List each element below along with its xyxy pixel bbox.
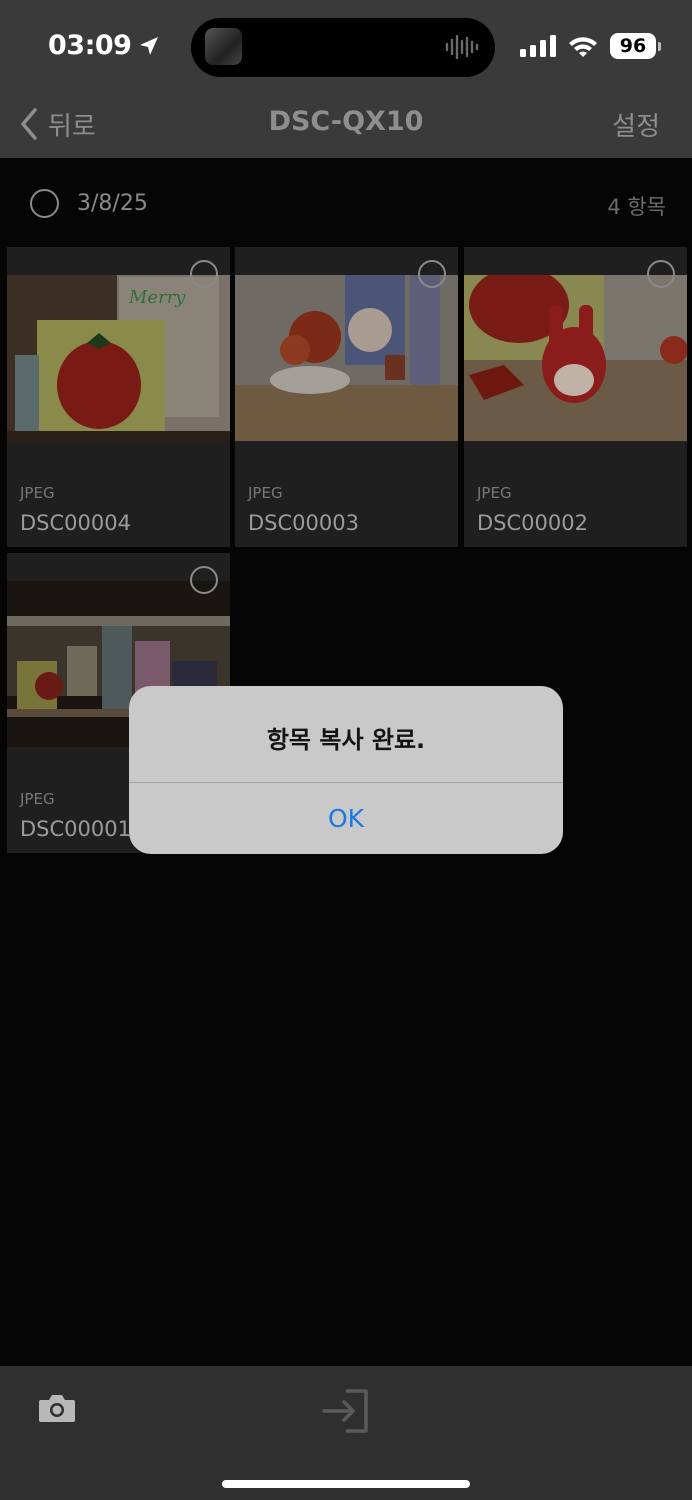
select-checkbox[interactable] xyxy=(418,260,446,288)
alert-dialog: 항목 복사 완료. OK xyxy=(129,686,563,854)
select-checkbox[interactable] xyxy=(190,260,218,288)
settings-button[interactable]: 설정 xyxy=(612,106,660,143)
photo-thumbnail: Merry xyxy=(7,275,230,441)
file-name: DSC00002 xyxy=(477,511,588,535)
photo-card[interactable]: JPEG DSC00003 xyxy=(235,247,458,547)
status-bar: 03:09 96 xyxy=(0,0,692,94)
item-count: 4 항목 xyxy=(607,195,666,219)
photo-card[interactable]: Merry JPEG DSC00004 xyxy=(7,247,230,547)
file-type: JPEG xyxy=(20,484,55,502)
wifi-icon xyxy=(569,37,597,57)
dynamic-island xyxy=(191,18,495,77)
page-title: DSC-QX10 xyxy=(268,106,424,137)
bottom-toolbar xyxy=(0,1366,692,1500)
svg-text:Merry: Merry xyxy=(128,287,186,308)
file-type: JPEG xyxy=(477,484,512,502)
dialog-message: 항목 복사 완료. xyxy=(266,726,426,754)
photo-thumbnail xyxy=(235,275,458,441)
photo-card[interactable]: JPEG DSC00002 xyxy=(464,247,687,547)
file-type: JPEG xyxy=(20,790,55,808)
file-type: JPEG xyxy=(248,484,283,502)
file-name: DSC00001 xyxy=(20,817,131,841)
location-arrow-icon xyxy=(138,35,160,61)
file-name: DSC00004 xyxy=(20,511,131,535)
home-indicator[interactable] xyxy=(222,1480,470,1488)
date-label: 3/8/25 xyxy=(77,190,148,216)
photo-thumbnail xyxy=(464,275,687,441)
date-group-header: 3/8/25 xyxy=(30,188,148,218)
navigation-bar: 뒤로 DSC-QX10 설정 xyxy=(0,94,692,158)
select-checkbox[interactable] xyxy=(647,260,675,288)
select-all-checkbox[interactable] xyxy=(30,188,59,218)
cellular-signal-icon xyxy=(520,35,556,57)
select-checkbox[interactable] xyxy=(190,566,218,594)
import-icon[interactable] xyxy=(320,1387,372,1439)
now-playing-thumbnail xyxy=(205,28,242,65)
file-name: DSC00003 xyxy=(248,511,359,535)
audio-waveform-icon xyxy=(445,35,479,59)
battery-indicator: 96 xyxy=(610,33,661,59)
camera-icon[interactable] xyxy=(38,1393,76,1427)
ok-button[interactable]: OK xyxy=(129,783,563,854)
status-time: 03:09 xyxy=(48,30,132,61)
